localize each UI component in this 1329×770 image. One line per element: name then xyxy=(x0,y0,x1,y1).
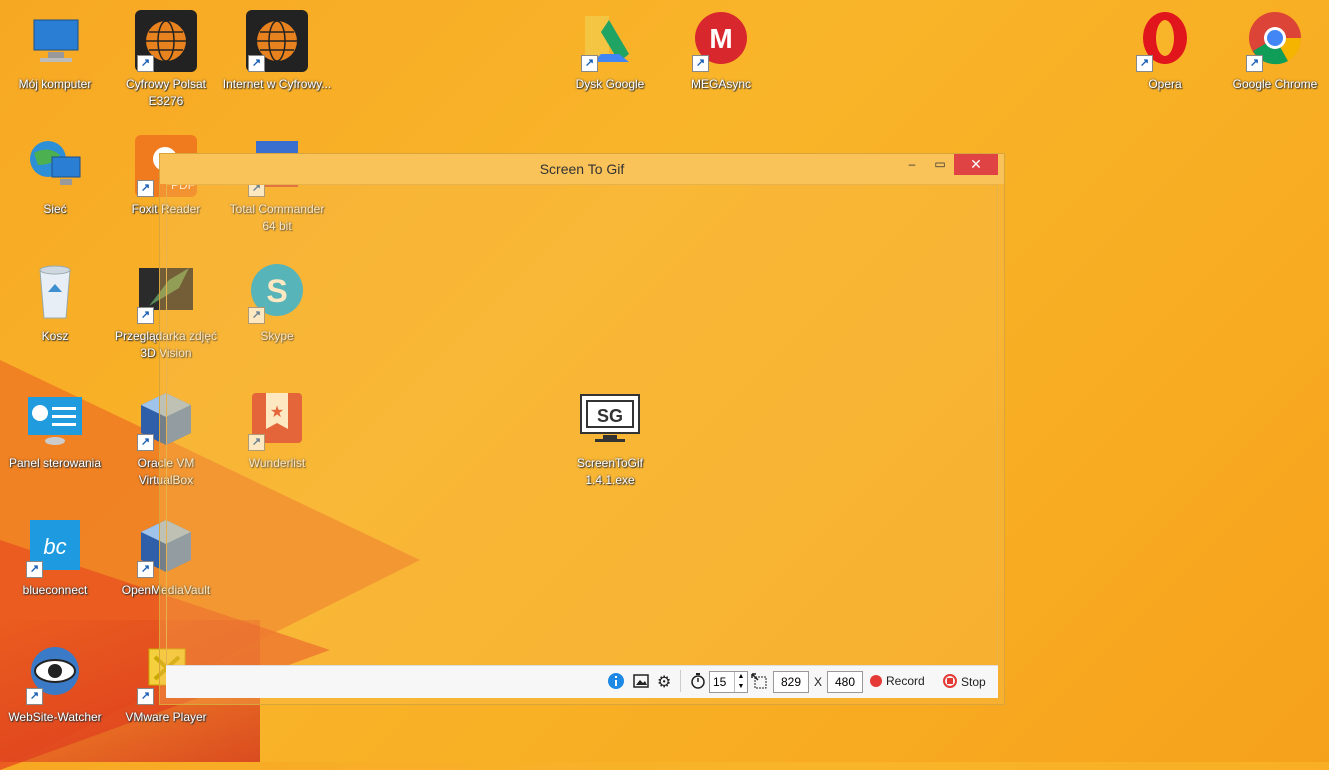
maximize-button[interactable]: ▭ xyxy=(926,154,954,176)
record-icon xyxy=(870,675,882,687)
desktop-icon-opera[interactable]: ↗ Opera xyxy=(1110,10,1220,93)
icon-label: Dysk Google xyxy=(575,77,645,91)
shortcut-arrow-icon: ↗ xyxy=(1136,55,1153,72)
desktop-icon-megasync[interactable]: M ↗ MEGAsync xyxy=(666,10,776,93)
recycle-bin-icon xyxy=(24,262,86,324)
height-input[interactable]: 480 xyxy=(827,671,863,693)
icon-label: Panel sterowania xyxy=(8,456,102,470)
icon-label: blueconnect xyxy=(22,583,88,597)
shortcut-arrow-icon: ↗ xyxy=(248,55,265,72)
network-icon xyxy=(24,135,86,197)
minimize-button[interactable]: – xyxy=(898,154,926,176)
blueconnect-icon: bc ↗ xyxy=(24,516,86,578)
shortcut-arrow-icon: ↗ xyxy=(137,180,154,197)
icon-label: Sieć xyxy=(43,202,67,216)
control-panel-icon xyxy=(24,389,86,451)
desktop-icon-cyfrowy-polsat[interactable]: ↗ Cyfrowy Polsat E3276 xyxy=(111,10,221,110)
info-icon[interactable] xyxy=(608,673,624,692)
icon-label: MEGAsync xyxy=(690,77,751,91)
stepper-arrows-icon[interactable]: ▲ ▼ xyxy=(734,672,747,692)
window-title: Screen To Gif xyxy=(539,161,625,177)
stop-button[interactable]: Stop xyxy=(943,674,986,689)
shortcut-arrow-icon: ↗ xyxy=(137,55,154,72)
shortcut-arrow-icon: ↗ xyxy=(692,55,709,72)
desktop-icon-website-watcher[interactable]: ↗ WebSite-Watcher xyxy=(0,643,110,726)
resize-icon xyxy=(751,673,767,692)
globe-icon: ↗ xyxy=(246,10,308,72)
icon-label: Cyfrowy Polsat E3276 xyxy=(125,77,207,108)
icon-label: WebSite-Watcher xyxy=(8,710,102,724)
close-button[interactable]: ✕ xyxy=(954,154,998,175)
icon-label: Google Chrome xyxy=(1232,77,1318,91)
mega-icon: M ↗ xyxy=(690,10,752,72)
shortcut-arrow-icon: ↗ xyxy=(1246,55,1263,72)
stop-label: Stop xyxy=(961,675,986,689)
drive-icon: ↗ xyxy=(579,10,641,72)
desktop-icon-dysk-google[interactable]: ↗ Dysk Google xyxy=(555,10,665,93)
desktop-icon-moj-komputer[interactable]: Mój komputer xyxy=(0,10,110,93)
gear-icon[interactable]: ⚙ xyxy=(657,672,671,691)
svg-text:SG: SG xyxy=(597,406,623,426)
desktop-icon-kosz[interactable]: Kosz xyxy=(0,262,110,345)
shortcut-arrow-icon: ↗ xyxy=(137,561,154,578)
chrome-icon: ↗ xyxy=(1244,10,1306,72)
shortcut-arrow-icon: ↗ xyxy=(137,688,154,705)
icon-label: Internet w Cyfrowy... xyxy=(222,77,332,91)
icon-label: Mój komputer xyxy=(18,77,92,91)
toolbar-divider xyxy=(680,670,681,692)
globe-icon: ↗ xyxy=(135,10,197,72)
width-input[interactable]: 829 xyxy=(773,671,809,693)
icon-label: Kosz xyxy=(41,329,69,343)
recorder-toolbar: ⚙ 15 ▲ ▼ 829 X 480 Record Stop xyxy=(166,665,998,698)
icon-label: Opera xyxy=(1148,77,1182,91)
svg-text:M: M xyxy=(709,23,732,54)
computer-icon xyxy=(24,10,86,72)
svg-text:bc: bc xyxy=(43,534,66,559)
image-icon[interactable] xyxy=(633,673,649,692)
timer-icon xyxy=(690,673,706,692)
window-titlebar[interactable]: Screen To Gif – ▭ ✕ xyxy=(160,154,1004,184)
record-button[interactable]: Record xyxy=(870,674,925,688)
stop-icon xyxy=(943,674,957,688)
shortcut-arrow-icon: ↗ xyxy=(137,307,154,324)
screentogif-icon: SG xyxy=(579,389,641,451)
shortcut-arrow-icon: ↗ xyxy=(581,55,598,72)
desktop-icon-internet-cyfrowy[interactable]: ↗ Internet w Cyfrowy... xyxy=(222,10,332,93)
opera-icon: ↗ xyxy=(1134,10,1196,72)
desktop-icon-panel-sterowania[interactable]: Panel sterowania xyxy=(0,389,110,472)
desktop-icon-siec[interactable]: Sieć xyxy=(0,135,110,218)
icon-label: VMware Player xyxy=(125,710,207,724)
desktop-icon-blueconnect[interactable]: bc ↗ blueconnect xyxy=(0,516,110,599)
shortcut-arrow-icon: ↗ xyxy=(26,561,43,578)
dimension-separator: X xyxy=(814,675,823,689)
icon-label: ScreenToGif 1.4.1.exe xyxy=(576,456,644,487)
fps-stepper[interactable]: 15 ▲ ▼ xyxy=(709,671,748,693)
fps-value: 15 xyxy=(713,675,727,689)
desktop-icon-screentogif-exe[interactable]: SG ScreenToGif 1.4.1.exe xyxy=(555,389,665,489)
record-label: Record xyxy=(886,674,925,688)
shortcut-arrow-icon: ↗ xyxy=(26,688,43,705)
eye-icon: ↗ xyxy=(24,643,86,705)
shortcut-arrow-icon: ↗ xyxy=(137,434,154,451)
desktop-icon-google-chrome[interactable]: ↗ Google Chrome xyxy=(1220,10,1329,93)
